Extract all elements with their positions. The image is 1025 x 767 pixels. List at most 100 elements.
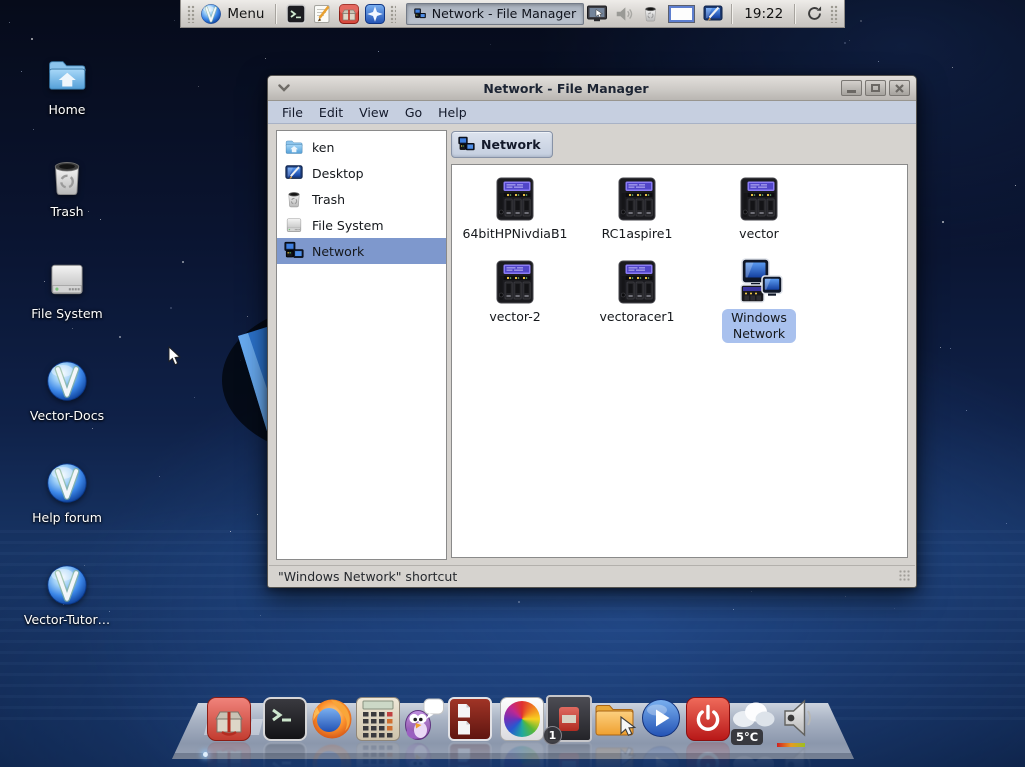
sidebar: ken Desktop Trash File System Network	[276, 130, 447, 560]
sidebar-item-ken[interactable]: ken	[277, 134, 446, 160]
window-count-badge: 1	[543, 726, 562, 745]
window-preview-thumbnail	[559, 707, 579, 731]
top-panel: Menu Network - File Manager 19:22	[180, 0, 845, 28]
launcher-terminal[interactable]	[284, 2, 306, 26]
taskbar-handle	[390, 5, 396, 23]
dock-terminal-icon[interactable]	[263, 697, 307, 741]
tray-volume-icon[interactable]	[613, 2, 635, 26]
pathbar-network-button[interactable]: Network	[451, 131, 553, 158]
taskbar-window-title: Network - File Manager	[432, 6, 576, 21]
dock-pidgin-icon[interactable]	[402, 697, 446, 741]
menu-edit[interactable]: Edit	[311, 103, 351, 122]
dock-package-tool-icon[interactable]	[207, 697, 251, 741]
dock-window-preview[interactable]: 1	[546, 695, 592, 742]
sidebar-item-file-system[interactable]: File System	[277, 212, 446, 238]
menu-label: Menu	[227, 6, 264, 22]
hard-drive-icon	[45, 257, 89, 301]
menu-go[interactable]: Go	[397, 103, 430, 122]
file-item-vectoracer1[interactable]: vectoracer1	[578, 258, 696, 343]
menu-help[interactable]: Help	[430, 103, 475, 122]
file-item-vector[interactable]: vector	[700, 175, 818, 242]
panel-clock[interactable]: 19:22	[738, 6, 789, 22]
menu-file[interactable]: File	[274, 103, 311, 122]
minimize-icon	[847, 90, 856, 93]
session-refresh-icon[interactable]	[803, 2, 825, 26]
desktop-icon-trash[interactable]: Trash	[12, 155, 122, 219]
file-grid: 64bitHPNivdiaB1 RC1aspire1 vector vector…	[452, 165, 907, 343]
nas-server-icon	[735, 175, 783, 223]
dock-media-player-icon[interactable]	[640, 697, 684, 741]
desktop-icon-file-system[interactable]: File System	[12, 257, 122, 321]
windows-network-icon	[735, 258, 783, 306]
minimize-button[interactable]	[841, 80, 862, 96]
desktop-icon-home[interactable]: Home	[12, 53, 122, 117]
sidebar-item-network[interactable]: Network	[277, 238, 446, 264]
sidebar-item-desktop[interactable]: Desktop	[277, 160, 446, 186]
dock-archive-manager-icon[interactable]	[448, 697, 492, 741]
mouse-cursor	[168, 346, 182, 369]
tray-trash-icon[interactable]	[639, 2, 661, 26]
nas-server-icon	[491, 175, 539, 223]
panel-grip-right[interactable]	[830, 5, 838, 23]
network-window-icon	[414, 6, 426, 22]
menu-view[interactable]: View	[351, 103, 397, 122]
home-folder-icon	[284, 137, 304, 157]
window-title: Network - File Manager	[294, 81, 838, 96]
file-view[interactable]: 64bitHPNivdiaB1 RC1aspire1 vector vector…	[451, 164, 908, 558]
dock-volume-icon[interactable]	[779, 697, 823, 741]
launcher-control-center[interactable]	[364, 2, 386, 26]
launcher-text-editor[interactable]	[311, 2, 333, 26]
vector-globe-icon	[45, 461, 89, 505]
pinwheel-icon	[504, 701, 540, 737]
window-menubar: File Edit View Go Help	[268, 101, 916, 124]
file-item-vector-2[interactable]: vector-2	[456, 258, 574, 343]
file-item-64bitHPNivdiaB1[interactable]: 64bitHPNivdiaB1	[456, 175, 574, 242]
trash-can-icon	[45, 155, 89, 199]
nas-server-icon	[613, 175, 661, 223]
status-text: "Windows Network" shortcut	[278, 569, 457, 584]
file-item-windows-network[interactable]: Windows Network	[700, 258, 818, 343]
sidebar-item-trash[interactable]: Trash	[277, 186, 446, 212]
terminal-icon	[285, 3, 307, 25]
desktop-monitor-icon	[284, 163, 304, 183]
resize-grip[interactable]	[899, 570, 911, 582]
dock-weather-icon[interactable]: 5°C	[730, 697, 774, 741]
close-icon	[895, 84, 904, 93]
panel-separator	[731, 4, 733, 24]
close-button[interactable]	[889, 80, 910, 96]
dock-calculator-icon[interactable]	[356, 697, 400, 741]
window-titlebar[interactable]: Network - File Manager	[268, 76, 916, 101]
file-manager-window: Network - File Manager File Edit View Go…	[267, 75, 917, 588]
network-computers-icon	[458, 136, 475, 153]
workspace-switcher[interactable]	[669, 6, 694, 22]
temperature-badge: 5°C	[731, 729, 763, 745]
dock-file-manager-icon[interactable]	[592, 697, 636, 741]
panel-separator	[794, 4, 796, 24]
control-center-icon	[364, 3, 386, 25]
home-folder-icon	[45, 53, 89, 97]
desktop-icon-help-forum[interactable]: Help forum	[12, 461, 122, 525]
panel-grip-left[interactable]	[187, 5, 195, 23]
path-bar: Network	[451, 128, 908, 160]
desktop-icon-vector-tutorial[interactable]: Vector-Tutor…	[12, 563, 122, 627]
tray-display-icon[interactable]	[586, 2, 608, 26]
network-computers-icon	[284, 241, 304, 261]
taskbar-window-button[interactable]: Network - File Manager	[406, 3, 584, 25]
desktop-icon-vector-docs[interactable]: Vector-Docs	[12, 359, 122, 423]
status-bar: "Windows Network" shortcut	[269, 565, 915, 586]
file-item-RC1aspire1[interactable]: RC1aspire1	[578, 175, 696, 242]
launcher-package-manager[interactable]	[337, 2, 359, 26]
vector-globe-icon	[45, 359, 89, 403]
vectorlinux-logo-icon	[200, 3, 222, 25]
dock-power-icon[interactable]	[686, 697, 730, 741]
dock-image-viewer-icon[interactable]	[500, 697, 544, 741]
panel-separator	[275, 4, 277, 24]
window-shade-button[interactable]	[274, 80, 294, 96]
dock-firefox-icon[interactable]	[310, 697, 354, 741]
tray-desktop-settings-icon[interactable]	[702, 2, 724, 26]
hard-drive-icon	[284, 215, 304, 235]
maximize-button[interactable]	[865, 80, 886, 96]
menu-button[interactable]: Menu	[197, 2, 270, 26]
nas-server-icon	[613, 258, 661, 306]
chevron-down-icon	[278, 84, 290, 92]
